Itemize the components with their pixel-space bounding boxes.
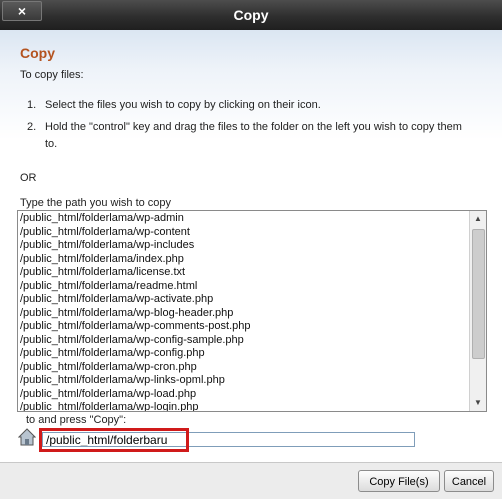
destination-label: to and press "Copy": bbox=[26, 414, 127, 426]
step-2-text: Hold the "control" key and drag the file… bbox=[45, 121, 462, 133]
path-item: /public_html/folderlama/wp-links-opml.ph… bbox=[20, 374, 225, 386]
destination-highlight bbox=[39, 428, 189, 452]
intro-text: To copy files: bbox=[20, 69, 84, 81]
path-item: /public_html/folderlama/wp-activate.php bbox=[20, 293, 214, 305]
path-label: Type the path you wish to copy bbox=[20, 197, 172, 209]
step-1-text: Select the files you wish to copy by cli… bbox=[45, 99, 321, 111]
dialog-titlebar: × Copy bbox=[0, 0, 502, 30]
dialog-title: Copy bbox=[233, 7, 269, 23]
scroll-thumb[interactable] bbox=[472, 229, 485, 359]
textarea-scrollbar[interactable]: ▲ ▼ bbox=[469, 211, 486, 411]
path-item: /public_html/folderlama/wp-blog-header.p… bbox=[20, 306, 234, 319]
path-item: /public_html/folderlama/wp-comments-post… bbox=[20, 320, 251, 332]
step-number-1: 1. bbox=[27, 99, 37, 111]
home-icon bbox=[18, 428, 36, 446]
path-item: /public_html/folderlama/wp-config.php bbox=[20, 347, 205, 359]
path-item: /public_html/folderlama/license.txt bbox=[20, 266, 186, 278]
path-item: /public_html/folderlama/wp-config-sample… bbox=[20, 333, 244, 346]
path-item: /public_html/folderlama/wp-includes bbox=[20, 239, 195, 251]
path-item: /public_html/folderlama/wp-admin bbox=[20, 212, 184, 224]
path-item: /public_html/folderlama/wp-login.php bbox=[20, 401, 199, 412]
scroll-up-icon[interactable]: ▲ bbox=[470, 211, 486, 227]
step-2-text-cont: to. bbox=[45, 138, 58, 150]
copy-files-button[interactable]: Copy File(s) bbox=[358, 470, 440, 492]
step-number-2: 2. bbox=[27, 121, 37, 133]
path-item: /public_html/folderlama/index.php bbox=[20, 252, 184, 265]
path-textarea[interactable]: /public_html/folderlama/wp-admin /public… bbox=[17, 210, 487, 412]
path-item: /public_html/folderlama/readme.html bbox=[20, 279, 198, 292]
path-item: /public_html/folderlama/wp-content bbox=[20, 225, 190, 238]
path-item: /public_html/folderlama/wp-load.php bbox=[20, 387, 197, 400]
path-item: /public_html/folderlama/wp-cron.php bbox=[20, 360, 197, 373]
cancel-button[interactable]: Cancel bbox=[444, 470, 494, 492]
or-label: OR bbox=[20, 172, 37, 184]
dialog-heading: Copy bbox=[20, 45, 55, 61]
scroll-down-icon[interactable]: ▼ bbox=[470, 395, 486, 411]
